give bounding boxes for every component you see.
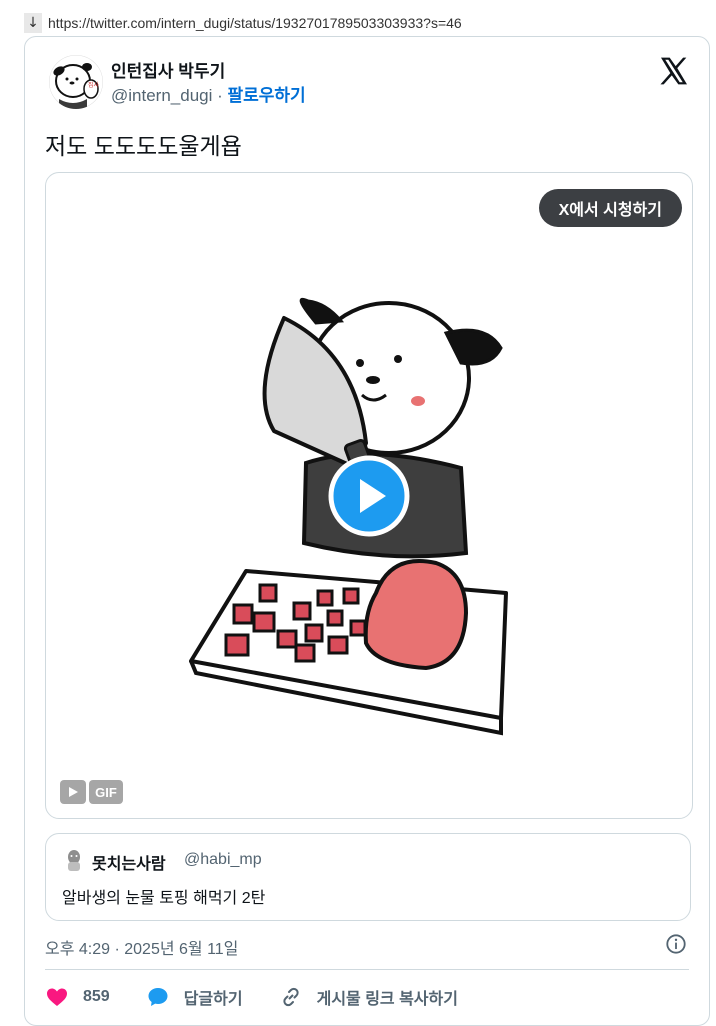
like-count: 859 (83, 988, 110, 1005)
quoted-tweet[interactable]: 못치는사람 @habi_mp 알바생의 눈물 토핑 해먹기 2탄 (45, 833, 691, 921)
display-name[interactable]: 인턴집사 박두기 (111, 57, 225, 82)
tweet-text: 저도 도도도도울게욥 (45, 133, 242, 159)
separator: · (212, 86, 228, 105)
x-logo-icon[interactable] (657, 55, 689, 87)
handle-line: @intern_dugi · 팔로우하기 (111, 81, 306, 106)
quote-author-name: 못치는사람 (92, 856, 166, 873)
copy-link-label: 게시물 링크 복사하기 (316, 991, 458, 1008)
url-text[interactable]: https://twitter.com/intern_dugi/status/1… (48, 15, 462, 31)
small-play-icon (60, 780, 86, 804)
quote-avatar (68, 850, 80, 871)
download-arrow-icon[interactable]: ↓ (24, 13, 42, 33)
timestamp[interactable]: 오후 4:29 · 2025년 6월 11일 (45, 935, 238, 959)
follow-button[interactable]: 팔로우하기 (228, 86, 306, 105)
reply-label: 답글하기 (183, 991, 243, 1008)
reply-button[interactable]: 답글하기 (146, 985, 243, 1009)
gif-badges: GIF (60, 780, 123, 804)
like-button[interactable]: 859 (45, 985, 110, 1009)
user-handle[interactable]: @intern_dugi (111, 86, 212, 105)
avatar[interactable]: 집사 (49, 55, 103, 109)
watch-on-x-button[interactable]: X에서 시청하기 (538, 189, 682, 227)
url-bar[interactable]: ↓ https://twitter.com/intern_dugi/status… (24, 12, 462, 34)
heart-icon (47, 988, 67, 1006)
info-icon[interactable] (665, 933, 687, 955)
reply-bubble-icon (148, 988, 168, 1006)
quote-author-handle: @habi_mp (184, 851, 262, 868)
quote-text: 알바생의 눈물 토핑 해먹기 2탄 (62, 890, 266, 907)
divider (45, 969, 689, 970)
tweet-header: 집사 인턴집사 박두기 @intern_dugi · 팔로우하기 (49, 55, 689, 115)
play-icon[interactable] (328, 455, 410, 537)
avatar-badge-text: 집사 (88, 81, 100, 89)
media-container[interactable]: X에서 시청하기 GIF (45, 172, 693, 819)
gif-badge: GIF (89, 780, 123, 804)
action-bar: 859 답글하기 게시물 링크 복사하기 (45, 982, 494, 1012)
tweet-card: 집사 인턴집사 박두기 @intern_dugi · 팔로우하기 저도 도도도도… (24, 36, 710, 1026)
link-icon (282, 987, 299, 1007)
copy-link-button[interactable]: 게시물 링크 복사하기 (279, 985, 458, 1009)
